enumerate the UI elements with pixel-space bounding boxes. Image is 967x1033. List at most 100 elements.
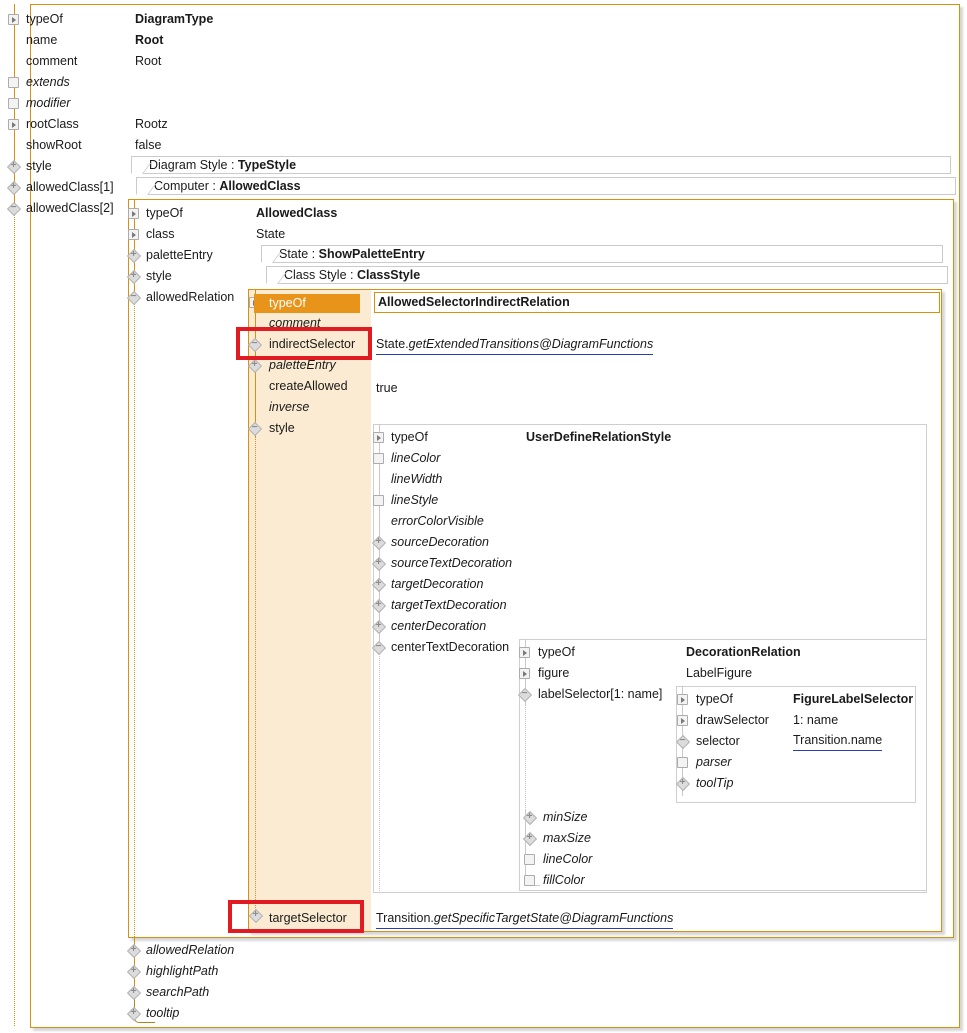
- decoration-row-label: labelSelector[1: name]: [538, 684, 662, 705]
- diamond-plus-icon[interactable]: +: [248, 359, 261, 372]
- root-tree-row-label: modifier: [26, 93, 70, 114]
- expand-square-icon[interactable]: [128, 208, 139, 219]
- relation-row-label-highlighted[interactable]: typeOf: [254, 294, 360, 313]
- indirect-selector-value[interactable]: State.getExtendedTransitions@DiagramFunc…: [376, 335, 653, 355]
- empty-square-icon[interactable]: [524, 854, 535, 865]
- relation-connector-dotted: [255, 436, 256, 910]
- panel-notch: [261, 252, 281, 263]
- create-allowed-value: true: [376, 378, 398, 399]
- expand-square-icon[interactable]: [677, 694, 688, 705]
- collapsed-panel-type: TypeStyle: [238, 158, 296, 172]
- relation-row-label: style: [269, 418, 295, 439]
- indirect-selector-value-suffix: getExtendedTransitions@DiagramFunctions: [409, 337, 654, 351]
- diamond-plus-icon[interactable]: +: [523, 811, 536, 824]
- collapsed-panel-name: State: [279, 247, 308, 261]
- empty-square-icon[interactable]: [8, 77, 19, 88]
- diamond-plus-icon[interactable]: +: [523, 832, 536, 845]
- diamond-plus-icon[interactable]: +: [127, 270, 140, 283]
- collapsed-panel-name: Diagram Style: [149, 158, 228, 172]
- root-tree-row-value: Rootz: [135, 114, 168, 135]
- allowed-class-row-label: paletteEntry: [146, 245, 213, 266]
- collapsed-panel-class-style[interactable]: Class Style : ClassStyle: [266, 266, 948, 284]
- diamond-plus-icon[interactable]: +: [7, 181, 20, 194]
- diagram-canvas: typeOfDiagramTypenameRootcommentRootexte…: [0, 0, 967, 1033]
- target-selector-value[interactable]: Transition.getSpecificTargetState@Diagra…: [376, 909, 673, 929]
- diamond-plus-icon[interactable]: +: [676, 777, 689, 790]
- collapsed-panel-sep: :: [209, 179, 219, 193]
- diamond-plus-icon[interactable]: +: [127, 249, 140, 262]
- empty-square-icon[interactable]: [8, 98, 19, 109]
- diamond-minus-icon[interactable]: −: [7, 202, 20, 215]
- empty-square-icon[interactable]: [373, 495, 384, 506]
- diamond-plus-icon[interactable]: +: [127, 944, 140, 957]
- diamond-minus-icon[interactable]: −: [676, 735, 689, 748]
- relation-style-row-label: lineWidth: [391, 469, 442, 490]
- diamond-plus-icon[interactable]: +: [372, 557, 385, 570]
- relation-row-label: inverse: [269, 397, 309, 418]
- empty-square-icon[interactable]: [373, 453, 384, 464]
- relation-style-row-label: sourceDecoration: [391, 532, 489, 553]
- label-selector-row-value: 1: name: [793, 710, 838, 731]
- expand-square-icon[interactable]: [373, 432, 384, 443]
- collapsed-panel-sep: :: [228, 158, 238, 172]
- expand-square-icon[interactable]: [677, 715, 688, 726]
- expand-square-icon[interactable]: [519, 668, 530, 679]
- diamond-minus-icon[interactable]: −: [248, 422, 261, 435]
- relation-typeof-value[interactable]: AllowedSelectorIndirectRelation: [374, 292, 940, 313]
- decoration-tail-row-label: maxSize: [543, 828, 591, 849]
- root-footer-row-label: allowedRelation: [146, 940, 234, 961]
- empty-square-icon[interactable]: [524, 875, 535, 886]
- collapsed-panel-type: AllowedClass: [219, 179, 300, 193]
- diamond-plus-icon[interactable]: +: [7, 160, 20, 173]
- decoration-tail-row-label: fillColor: [543, 870, 585, 891]
- diamond-minus-icon[interactable]: −: [372, 641, 385, 654]
- diamond-plus-icon[interactable]: +: [127, 1007, 140, 1020]
- expand-square-icon[interactable]: [8, 119, 19, 130]
- relation-style-connector-dotted: [379, 643, 380, 891]
- indirect-selector-value-prefix: State.: [376, 337, 409, 351]
- diamond-plus-icon[interactable]: +: [372, 578, 385, 591]
- decoration-tail-row-label: minSize: [543, 807, 587, 828]
- expand-square-icon[interactable]: [128, 229, 139, 240]
- root-tree-row-label: rootClass: [26, 114, 79, 135]
- diamond-minus-icon[interactable]: −: [518, 688, 531, 701]
- collapsed-panel-sep: :: [347, 268, 357, 282]
- panel-notch: [131, 163, 151, 174]
- diamond-plus-icon[interactable]: +: [372, 536, 385, 549]
- panel-notch: [266, 273, 286, 284]
- allowed-class-row-label: allowedRelation: [146, 287, 234, 308]
- expand-square-icon[interactable]: [8, 14, 19, 25]
- label-selector-row-label: selector: [696, 731, 740, 752]
- expand-square-icon[interactable]: [519, 647, 530, 658]
- root-tree-connector-dotted: [14, 204, 15, 1026]
- collapsed-panel-name: Class Style: [284, 268, 347, 282]
- allowed-class-row-value: AllowedClass: [256, 203, 337, 224]
- label-selector-row-value: FigureLabelSelector: [793, 689, 913, 710]
- decoration-row-label: figure: [538, 663, 569, 684]
- create-allowed-value-text: true: [376, 381, 398, 395]
- decoration-row-value: LabelFigure: [686, 663, 752, 684]
- root-footer-row-label: highlightPath: [146, 961, 218, 982]
- root-tree-row-label: extends: [26, 72, 70, 93]
- allowed-class-row-value: State: [256, 224, 285, 245]
- empty-square-icon[interactable]: [677, 757, 688, 768]
- label-selector-row-label: typeOf: [696, 689, 733, 710]
- root-tree-row-label: allowedClass[2]: [26, 198, 114, 219]
- diamond-plus-icon[interactable]: +: [127, 965, 140, 978]
- decoration-connector-dotted: [525, 705, 526, 810]
- target-selector-value-prefix: Transition.: [376, 911, 434, 925]
- diamond-minus-icon[interactable]: −: [127, 291, 140, 304]
- relation-style-row-label: centerDecoration: [391, 616, 486, 637]
- diamond-plus-icon[interactable]: +: [372, 620, 385, 633]
- collapsed-panel-diagram-style[interactable]: Diagram Style : TypeStyle: [131, 156, 951, 174]
- root-tree-row-label: comment: [26, 51, 77, 72]
- label-selector-row-value[interactable]: Transition.name: [793, 731, 882, 751]
- root-tree-row-value: false: [135, 135, 161, 156]
- allowed-class-connector-dotted: [134, 294, 135, 937]
- collapsed-panel-state[interactable]: State : ShowPaletteEntry: [261, 245, 943, 263]
- allowed-class-row-label: typeOf: [146, 203, 183, 224]
- diamond-plus-icon[interactable]: +: [127, 986, 140, 999]
- relation-style-row-label: lineStyle: [391, 490, 438, 511]
- diamond-plus-icon[interactable]: +: [372, 599, 385, 612]
- collapsed-panel-computer[interactable]: Computer : AllowedClass: [136, 177, 956, 195]
